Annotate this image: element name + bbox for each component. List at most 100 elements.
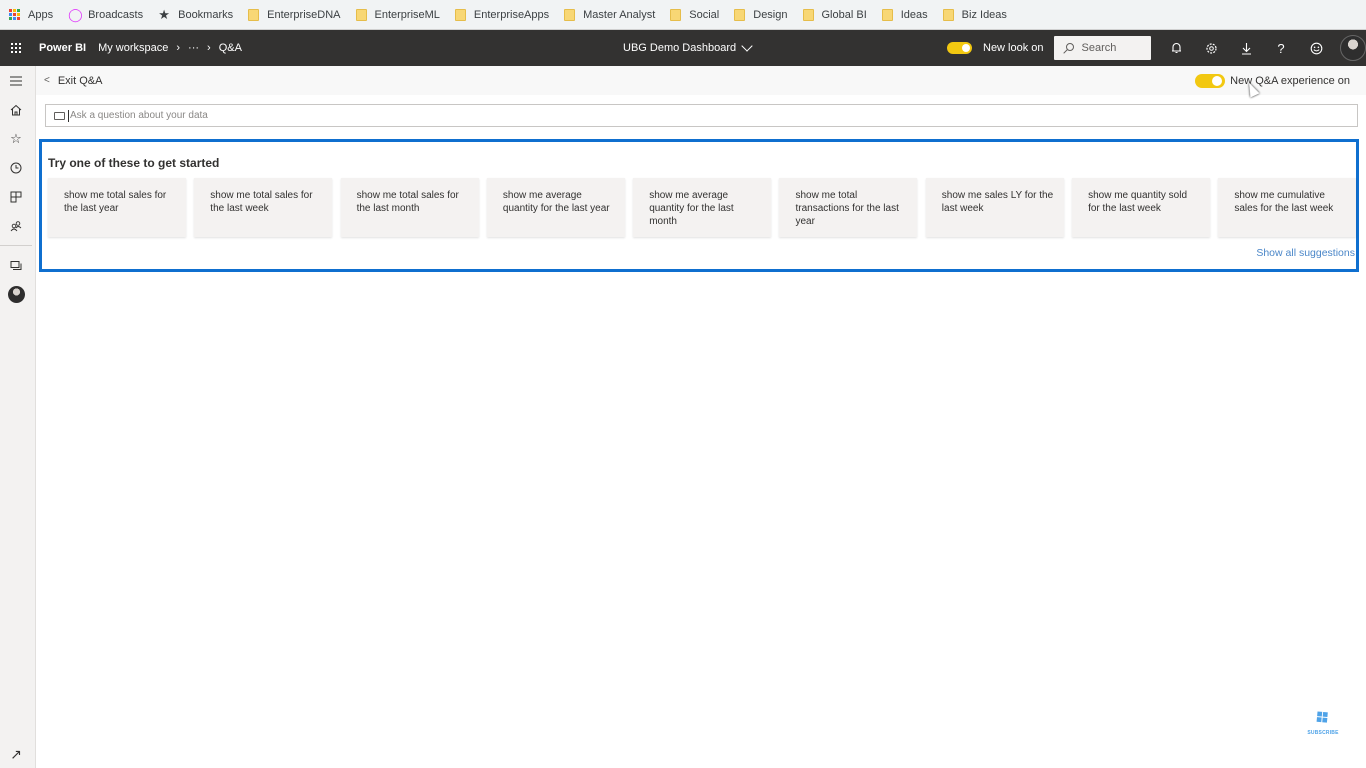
new-look-label: New look on [983,42,1044,54]
bookmark-label: Bookmarks [178,8,234,21]
bookmark-label: Master Analyst [583,8,656,21]
bookmark-social[interactable]: Social [670,8,720,21]
dashboard-title-dropdown[interactable]: UBG Demo Dashboard [623,30,753,66]
expand-arrow-icon[interactable]: ↗ [0,740,32,768]
shared-people-icon [10,220,22,231]
suggestion-card[interactable]: show me cumulative sales for the last we… [1218,178,1357,237]
app-header: Power BI My workspace › ··· › Q&A UBG De… [0,30,1366,66]
folder-icon [802,8,814,21]
suggestion-card[interactable]: show me sales LY for the last week [925,178,1064,237]
bookmark-global-bi[interactable]: Global BI [802,8,867,21]
suggestion-card[interactable]: show me total sales for the last year [48,178,186,237]
breadcrumb-workspace[interactable]: My workspace [98,42,168,54]
user-avatar-small [7,286,25,303]
chevron-right-icon: › [207,42,211,54]
folder-icon [670,8,682,21]
show-all-suggestions-link[interactable]: Show all suggestions [1256,247,1355,259]
download-icon [1241,42,1251,55]
header-actions: New look on Search ? [947,30,1366,66]
bookmark-label: Apps [28,8,54,21]
hamburger-icon [10,75,22,86]
suggestion-cards: show me total sales for the last year sh… [48,178,1357,237]
bookmarks-bar: Apps ◯ Broadcasts ★ Bookmarks Enterprise… [0,0,1366,30]
folder-icon [355,8,367,21]
nav-hamburger[interactable] [0,66,32,95]
bookmark-master-analyst[interactable]: Master Analyst [564,8,656,21]
suggestion-card[interactable]: show me total sales for the last week [194,178,333,237]
dna-icon: ❖ [1309,703,1337,733]
feedback-button[interactable] [1299,30,1334,66]
breadcrumb-more[interactable]: ··· [188,42,199,54]
help-icon: ? [1277,40,1285,56]
bookmark-bookmarks[interactable]: ★ Bookmarks [158,8,233,21]
nav-shared[interactable] [0,211,32,240]
new-qa-experience-toggle[interactable] [1195,73,1226,88]
nav-apps[interactable] [0,182,32,211]
bookmark-label: Biz Ideas [961,8,1007,21]
download-button[interactable] [1229,30,1264,66]
qa-question-input[interactable]: Ask a question about your data [45,104,1358,127]
folder-icon [734,8,746,21]
new-qa-experience: New Q&A experience on [1195,66,1350,95]
nav-my-workspace[interactable] [0,280,32,309]
nav-favorites[interactable]: ☆ [0,124,32,153]
subscribe-badge[interactable]: ❖ SUBSCRIBE [1302,703,1344,742]
bookmark-design[interactable]: Design [734,8,788,21]
chevron-left-icon: < [44,75,50,86]
settings-button[interactable] [1194,30,1229,66]
suggestion-card[interactable]: show me total transactions for the last … [779,178,918,237]
new-look-toggle[interactable] [947,42,972,54]
bookmark-apps[interactable]: Apps [9,9,53,21]
nav-workspaces[interactable] [0,251,32,280]
bookmark-biz-ideas[interactable]: Biz Ideas [942,8,1007,21]
bookmark-label: EnterpriseDNA [267,8,341,21]
qa-subheader: < Exit Q&A New Q&A experience on [36,66,1366,95]
bookmark-ideas[interactable]: Ideas [881,8,928,21]
suggestion-card[interactable]: show me quantity sold for the last week [1072,178,1211,237]
dashboard-title: UBG Demo Dashboard [623,42,737,54]
exit-qa-button[interactable]: < Exit Q&A [44,75,102,87]
suggestion-card[interactable]: show me total sales for the last month [340,178,479,237]
nav-divider [0,245,32,246]
gear-icon [1205,42,1217,54]
bookmark-label: Global BI [821,8,867,21]
workspaces-icon [10,261,22,270]
suggestion-card[interactable]: show me average quantity for the last ye… [486,178,625,237]
bookmark-broadcasts[interactable]: ◯ Broadcasts [68,8,143,21]
folder-icon [942,8,954,21]
broadcast-icon: ◯ [68,7,83,22]
bookmark-label: Social [689,8,720,21]
apps-icon [9,9,20,20]
bell-icon [1171,42,1181,54]
user-avatar[interactable] [1339,35,1366,61]
help-button[interactable]: ? [1264,30,1299,66]
chevron-down-icon [741,39,753,52]
search-placeholder: Search [1081,42,1117,54]
nav-home[interactable] [0,95,32,124]
exit-qa-label: Exit Q&A [57,74,103,87]
bookmark-label: Broadcasts [88,8,144,21]
chevron-right-icon: › [176,42,181,54]
star-icon: ★ [158,7,170,22]
star-outline-icon: ☆ [10,130,22,146]
folder-icon [248,8,260,21]
bookmark-enterprisedna[interactable]: EnterpriseDNA [248,8,341,21]
bookmark-label: Ideas [900,8,928,21]
notifications-button[interactable] [1159,30,1194,66]
bookmark-enterpriseml[interactable]: EnterpriseML [355,8,440,21]
text-caret [68,109,69,122]
app-launcher-button[interactable] [0,30,32,66]
chat-bubble-icon [54,111,65,120]
suggestion-card[interactable]: show me average quantity for the last mo… [633,178,772,237]
search-input[interactable]: Search [1053,36,1151,60]
brand-name[interactable]: Power BI [39,42,86,54]
clock-icon [10,162,22,173]
bookmark-label: Design [753,8,788,21]
left-nav: ☆ ↗ [0,66,36,768]
bookmark-enterpriseapps[interactable]: EnterpriseApps [454,8,549,21]
suggestions-title: Try one of these to get started [48,156,220,170]
waffle-icon [11,43,21,53]
bookmark-label: EnterpriseML [374,8,440,21]
nav-recent[interactable] [0,153,32,182]
home-icon [10,104,22,115]
